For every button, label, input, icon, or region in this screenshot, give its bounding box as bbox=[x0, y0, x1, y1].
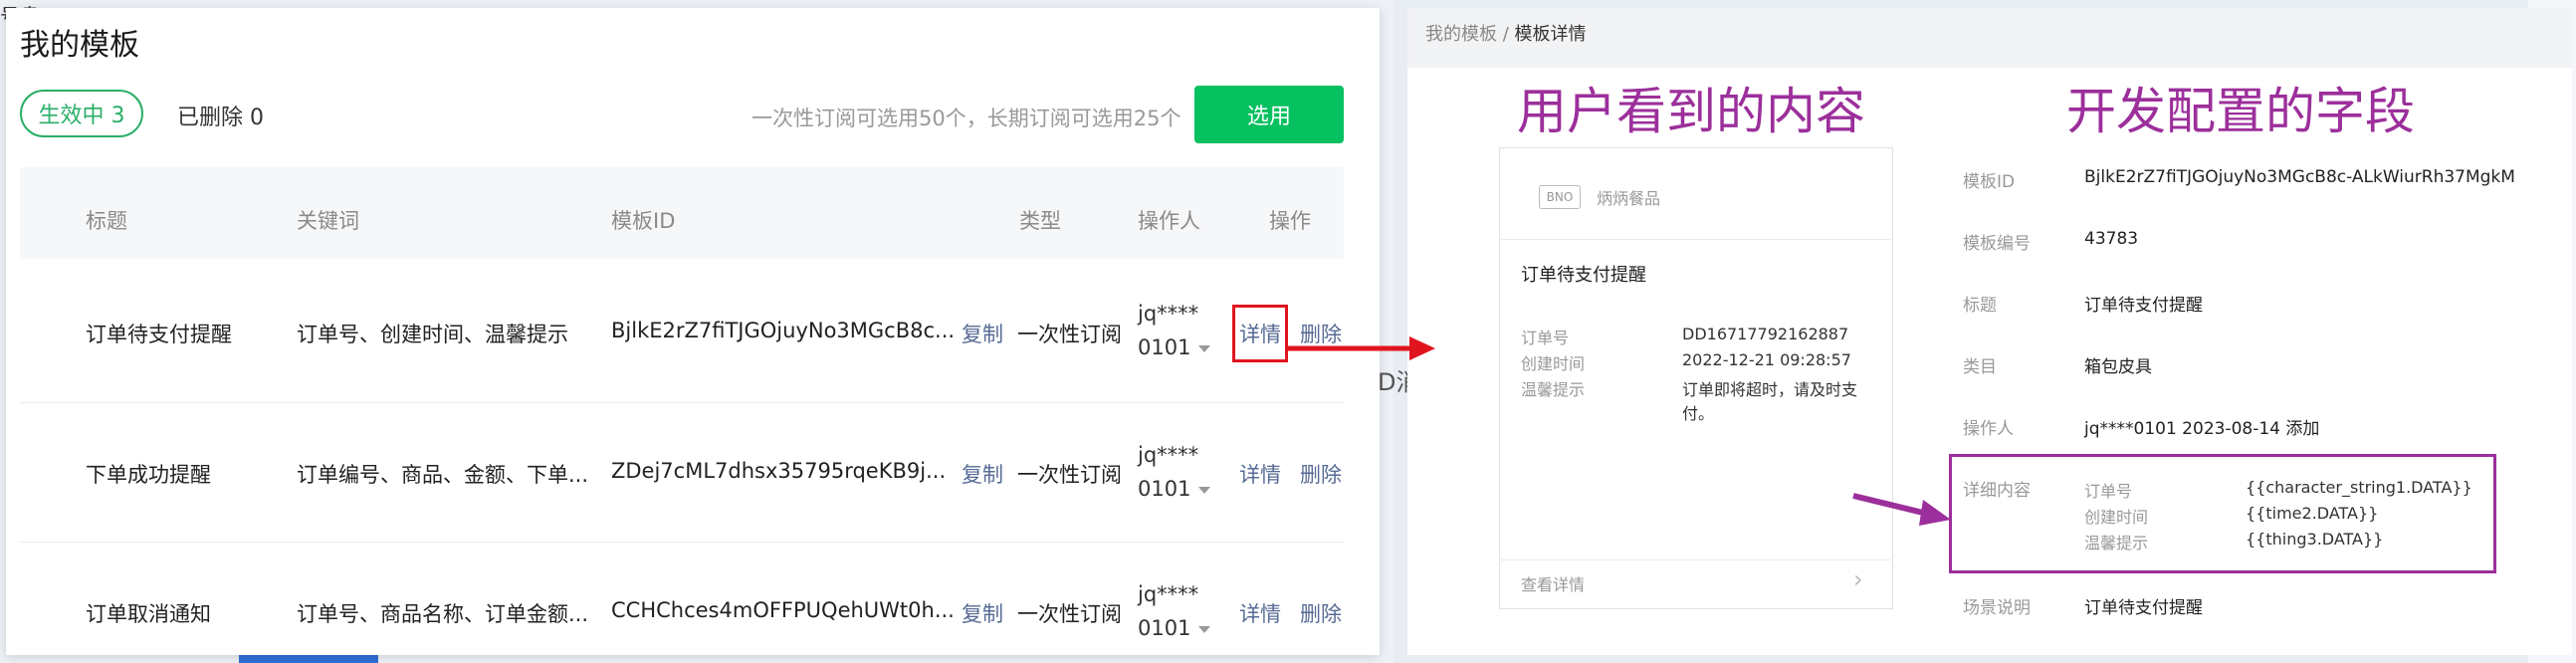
detail-link[interactable]: 详情 bbox=[1239, 598, 1281, 628]
card-field-label: 温馨提示 bbox=[1521, 380, 1586, 399]
info-label: 模板编号 bbox=[1963, 234, 2031, 254]
row-divider bbox=[20, 402, 1344, 403]
card-divider bbox=[1499, 559, 1891, 560]
chevron-down-icon bbox=[1198, 625, 1211, 633]
shop-name: 炳炳餐品 bbox=[1597, 189, 1661, 208]
row-type: 一次性订阅 bbox=[1017, 463, 1122, 487]
row-divider bbox=[20, 542, 1344, 543]
tab-deleted[interactable]: 已删除 0 bbox=[177, 100, 264, 131]
shop-logo: BNO bbox=[1539, 185, 1581, 209]
row-template-id: CCHChces4mOFFPUQehUWt0h... bbox=[611, 598, 955, 622]
info-label: 类目 bbox=[1963, 357, 1997, 377]
quota-note: 一次性订阅可选用50个，长期订阅可选用25个 bbox=[751, 107, 1181, 130]
column-actions: 操作 bbox=[1269, 209, 1311, 233]
detail-value: {{thing3.DATA}} bbox=[2246, 530, 2384, 549]
card-field-value: 付。 bbox=[1682, 404, 1715, 423]
row-template-id: BjlkE2rZ7fiTJGOjuyNo3MGcB8c... bbox=[611, 319, 956, 342]
breadcrumb: 我的模板 / 模板详情 bbox=[1425, 20, 1587, 46]
annotation-purple-box bbox=[1949, 454, 2496, 573]
card-field-value: 订单即将超时，请及时支 bbox=[1682, 380, 1858, 399]
info-label: 详细内容 bbox=[1963, 481, 2031, 501]
delete-link[interactable]: 删除 bbox=[1300, 598, 1342, 628]
column-operator: 操作人 bbox=[1138, 209, 1200, 233]
row-type: 一次性订阅 bbox=[1017, 602, 1122, 626]
annotation-dev-heading: 开发配置的字段 bbox=[2066, 83, 2415, 140]
column-template-id: 模板ID bbox=[611, 209, 676, 233]
copy-link[interactable]: 复制 bbox=[962, 319, 1003, 348]
row-template-id: ZDej7cML7dhsx35795rqeKB9j... bbox=[611, 459, 947, 483]
row-title: 订单待支付提醒 bbox=[86, 323, 232, 346]
annotation-red-box bbox=[1232, 305, 1288, 362]
info-label: 操作人 bbox=[1963, 419, 2014, 439]
detail-value: {{time2.DATA}} bbox=[2246, 504, 2379, 523]
dialog-title: 我的模板 bbox=[20, 28, 139, 63]
info-title: 订单待支付提醒 bbox=[2084, 296, 2203, 316]
select-template-button[interactable]: 选用 bbox=[1194, 86, 1344, 143]
annotation-red-arrow bbox=[1288, 336, 1435, 360]
info-label: 场景说明 bbox=[1963, 598, 2031, 618]
row-operator[interactable]: jq**** 0101 bbox=[1138, 577, 1211, 645]
tab-active[interactable]: 生效中 3 bbox=[20, 90, 143, 137]
column-keywords: 关键词 bbox=[297, 209, 359, 233]
annotation-purple-arrow bbox=[1852, 493, 1951, 526]
breadcrumb-parent[interactable]: 我的模板 / bbox=[1425, 24, 1509, 45]
info-category: 箱包皮具 bbox=[2084, 357, 2152, 377]
column-type: 类型 bbox=[1019, 209, 1061, 233]
view-details-link[interactable]: 查看详情 bbox=[1521, 571, 1585, 595]
breadcrumb-current: 模板详情 bbox=[1514, 24, 1587, 45]
detail-link[interactable]: 详情 bbox=[1239, 459, 1281, 489]
info-scene: 订单待支付提醒 bbox=[2084, 598, 2203, 618]
row-operator[interactable]: jq**** 0101 bbox=[1138, 297, 1211, 364]
row-type: 一次性订阅 bbox=[1017, 323, 1122, 346]
chevron-right-icon: › bbox=[1853, 565, 1863, 593]
row-title: 下单成功提醒 bbox=[86, 463, 211, 487]
card-field-value: 2022-12-21 09:28:57 bbox=[1682, 350, 1851, 369]
copy-link[interactable]: 复制 bbox=[962, 598, 1003, 628]
detail-value: {{character_string1.DATA}} bbox=[2246, 478, 2472, 497]
column-title: 标题 bbox=[86, 209, 127, 233]
info-label: 标题 bbox=[1963, 296, 1997, 316]
chevron-down-icon bbox=[1198, 486, 1211, 494]
info-label: 模板ID bbox=[1963, 172, 2016, 192]
card-title: 订单待支付提醒 bbox=[1521, 265, 1646, 286]
info-template-id: BjlkE2rZ7fiTJGOjuyNo3MGcB8c-ALkWiurRh37M… bbox=[2084, 167, 2515, 187]
row-keywords: 订单编号、商品、金额、下单... bbox=[297, 463, 589, 487]
row-operator[interactable]: jq**** 0101 bbox=[1138, 438, 1211, 506]
card-field-label: 订单号 bbox=[1521, 329, 1570, 347]
detail-label: 订单号 bbox=[2084, 482, 2133, 501]
card-field-label: 创建时间 bbox=[1521, 354, 1586, 373]
row-keywords: 订单号、创建时间、温馨提示 bbox=[297, 323, 568, 346]
delete-link[interactable]: 删除 bbox=[1300, 459, 1342, 489]
info-operator: jq****0101 2023-08-14 添加 bbox=[2084, 419, 2320, 439]
info-number: 43783 bbox=[2084, 229, 2139, 249]
card-field-value: DD16717792162887 bbox=[1682, 325, 1849, 343]
row-title: 订单取消通知 bbox=[86, 602, 211, 626]
chevron-down-icon bbox=[1198, 344, 1211, 352]
card-divider bbox=[1499, 239, 1891, 240]
annotation-user-heading: 用户看到的内容 bbox=[1517, 83, 1865, 140]
copy-link[interactable]: 复制 bbox=[962, 459, 1003, 489]
detail-label: 创建时间 bbox=[2084, 508, 2149, 527]
detail-label: 温馨提示 bbox=[2084, 534, 2149, 552]
row-keywords: 订单号、商品名称、订单金额... bbox=[297, 602, 589, 626]
